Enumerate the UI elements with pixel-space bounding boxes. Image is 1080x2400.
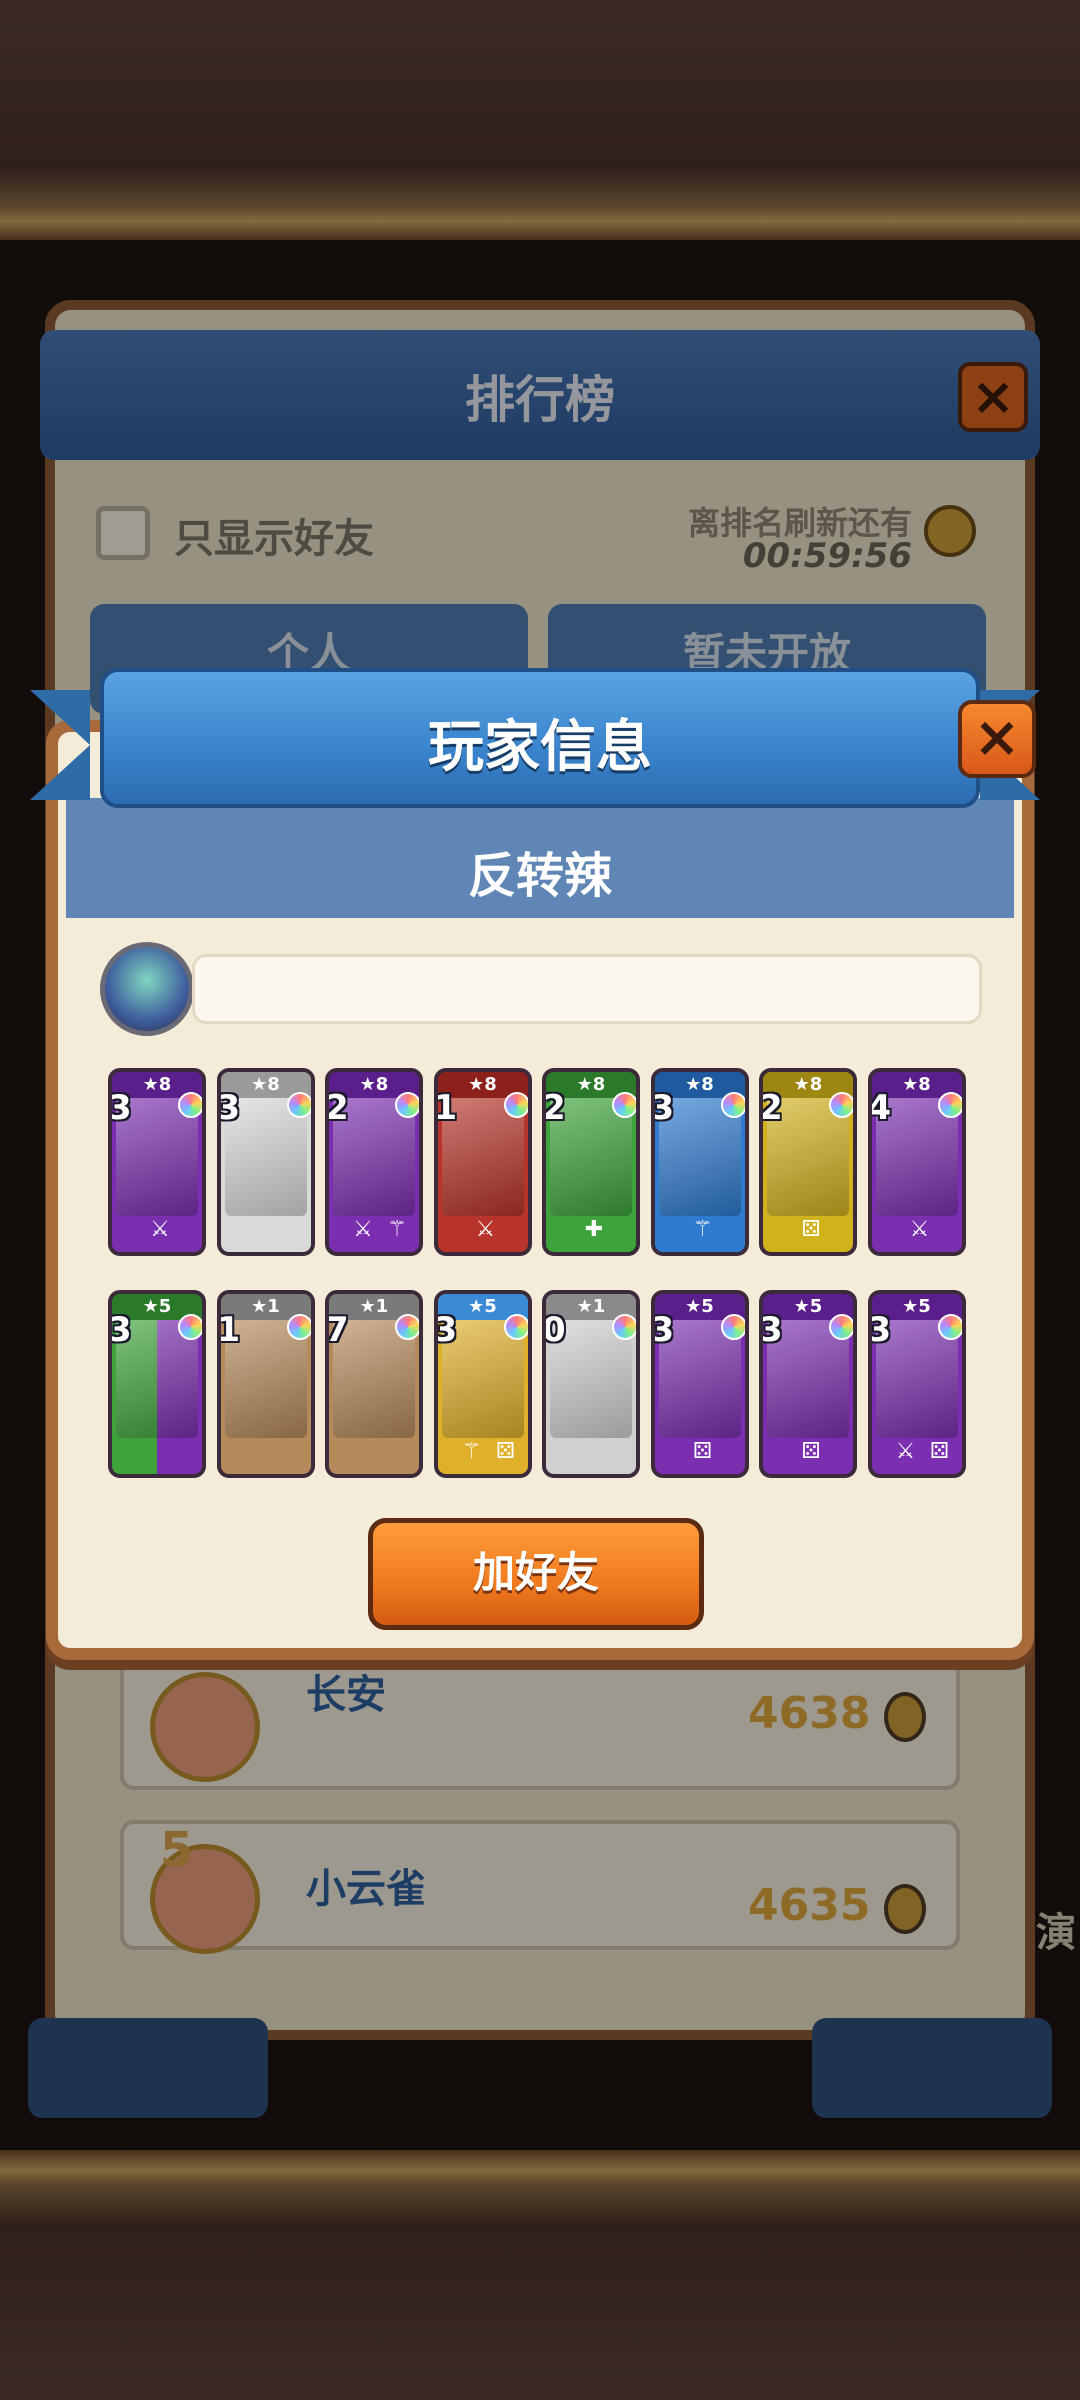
- rainbow-gem-icon: [720, 1092, 745, 1118]
- card-level: 3: [759, 1310, 783, 1350]
- rainbow-gem-icon: [829, 1314, 853, 1340]
- dice-icon: ⚄: [801, 1439, 821, 1464]
- dice-icon: ⚄: [801, 1217, 821, 1242]
- card-level: 2: [759, 1088, 783, 1128]
- player-name: 反转辣: [467, 848, 612, 904]
- unit-card[interactable]: ★5 3 ⚄: [650, 1290, 749, 1478]
- sword-icon: ⚔: [353, 1217, 373, 1242]
- rainbow-gem-icon: [395, 1092, 419, 1118]
- card-level: 3: [650, 1088, 675, 1128]
- heal-icon: ✚: [584, 1217, 604, 1242]
- unit-card[interactable]: ★8 2 ⚄: [759, 1068, 857, 1256]
- player-info-bar: [192, 954, 982, 1024]
- dice-icon: ⚄: [929, 1439, 950, 1464]
- sword-icon: ⚔: [895, 1439, 916, 1464]
- unit-card[interactable]: ★1 1: [216, 1290, 315, 1478]
- unit-card[interactable]: ★5 3 ⚔ ⚄: [867, 1290, 966, 1478]
- rainbow-gem-icon: [937, 1092, 962, 1118]
- card-level: 7: [325, 1310, 349, 1350]
- rainbow-gem-icon: [395, 1314, 419, 1340]
- rainbow-gem-icon: [178, 1314, 202, 1340]
- player-avatar: [100, 942, 194, 1036]
- rainbow-gem-icon: [286, 1092, 311, 1118]
- rainbow-gem-icon: [612, 1314, 636, 1340]
- unit-card[interactable]: ★1 7: [325, 1290, 423, 1478]
- sword-icon: ⚔: [475, 1217, 496, 1242]
- card-level: 4: [867, 1088, 892, 1128]
- dialog-close-button[interactable]: ×: [958, 700, 1036, 778]
- unit-card[interactable]: ★8 3 ⚔: [108, 1068, 206, 1256]
- card-level: 2: [542, 1088, 566, 1128]
- sword-icon: ⚔: [150, 1217, 170, 1242]
- card-level: 1: [433, 1088, 458, 1128]
- card-level: 2: [325, 1088, 349, 1128]
- unit-card[interactable]: ★8 3 ⚚: [650, 1068, 749, 1256]
- rainbow-gem-icon: [178, 1092, 202, 1118]
- rainbow-gem-icon: [503, 1314, 528, 1340]
- rainbow-gem-icon: [503, 1092, 528, 1118]
- rainbow-gem-icon: [720, 1314, 745, 1340]
- sword-icon: ⚔: [909, 1217, 930, 1242]
- rainbow-gem-icon: [937, 1314, 962, 1340]
- unit-card[interactable]: ★8 2 ✚: [542, 1068, 640, 1256]
- unit-card[interactable]: ★8 2 ⚔ ⚚: [325, 1068, 423, 1256]
- add-friend-button[interactable]: 加好友: [368, 1518, 704, 1630]
- unit-card[interactable]: ★5 3: [108, 1290, 206, 1478]
- card-level: 0: [542, 1310, 566, 1350]
- dice-icon: ⚄: [495, 1439, 516, 1464]
- staff-icon: ⚚: [692, 1217, 713, 1242]
- rainbow-gem-icon: [829, 1092, 853, 1118]
- card-level: 3: [216, 1088, 241, 1128]
- card-level: 3: [650, 1310, 675, 1350]
- staff-icon: ⚚: [387, 1217, 407, 1242]
- rainbow-gem-icon: [612, 1092, 636, 1118]
- card-level: 1: [216, 1310, 241, 1350]
- card-level: 3: [108, 1088, 132, 1128]
- dice-icon: ⚄: [692, 1439, 713, 1464]
- staff-icon: ⚚: [461, 1439, 482, 1464]
- unit-card[interactable]: ★5 3 ⚄: [759, 1290, 857, 1478]
- unit-card[interactable]: ★8 4 ⚔: [867, 1068, 966, 1256]
- card-level: 3: [867, 1310, 892, 1350]
- ribbon-tail-left: [30, 690, 90, 800]
- card-level: 3: [433, 1310, 458, 1350]
- unit-card[interactable]: ★8 1 ⚔: [433, 1068, 532, 1256]
- unit-card[interactable]: ★8 3: [216, 1068, 315, 1256]
- dialog-title: 玩家信息: [428, 715, 652, 780]
- unit-card[interactable]: ★5 3 ⚚ ⚄: [433, 1290, 532, 1478]
- unit-card[interactable]: ★1 0: [542, 1290, 640, 1478]
- rainbow-gem-icon: [286, 1314, 311, 1340]
- card-level: 3: [108, 1310, 132, 1350]
